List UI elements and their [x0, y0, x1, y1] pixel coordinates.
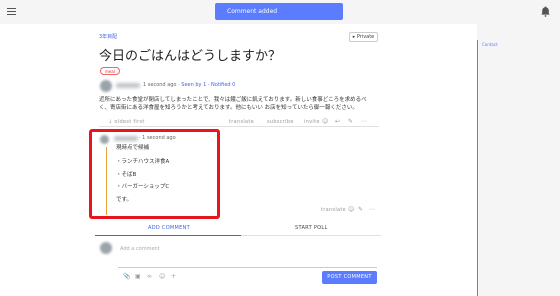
sort-oldest-first[interactable]: ↓ oldest first	[108, 119, 145, 125]
menu-icon[interactable]	[7, 8, 16, 15]
page-title: 今日のごはんはどうしますか？	[99, 49, 282, 64]
oldest-first-label: oldest first	[114, 119, 145, 125]
post-time: 1 second ago ·	[143, 82, 180, 88]
subscribe-button[interactable]: subscribe	[267, 119, 294, 125]
active-tab-indicator	[95, 235, 241, 236]
post-body: 近所にあった食堂が閉店してしまったことで、我々は餓ご飯に飢えております。新しい食…	[99, 97, 367, 111]
comment-edit-icon[interactable]: ✎	[358, 207, 363, 213]
tag-badge[interactable]: meal	[100, 67, 120, 75]
arrow-down-icon: ↓	[108, 119, 113, 125]
image-icon[interactable]: ▣	[135, 274, 141, 280]
divider	[99, 126, 379, 127]
comment-translate-button[interactable]: translate	[321, 207, 346, 213]
lock-icon: ▸	[352, 34, 356, 40]
editor-underline	[118, 267, 377, 268]
plus-icon[interactable]: +	[171, 274, 176, 280]
comment-smiley-icon[interactable]: ☺	[348, 207, 354, 213]
seen-by-link[interactable]: Seen by 1 · Notified 0	[181, 82, 235, 88]
tab-add-comment[interactable]: ADD COMMENT	[148, 225, 190, 231]
link-icon[interactable]: ∞	[147, 274, 152, 280]
sidebar-label: Contact	[482, 42, 498, 47]
reply-icon[interactable]: ↩	[335, 119, 340, 125]
translate-button[interactable]: translate	[229, 119, 254, 125]
post-meta: 1 second ago · Seen by 1 · Notified 0	[143, 82, 235, 88]
composer-avatar	[100, 242, 112, 254]
more-icon[interactable]: ⋯	[361, 119, 367, 125]
attach-icon[interactable]: 📎	[123, 274, 130, 280]
sidebar-accent-line	[477, 40, 478, 296]
private-badge[interactable]: ▸ Private	[349, 32, 378, 42]
edit-icon[interactable]: ✎	[348, 119, 353, 125]
highlight-box	[89, 129, 220, 219]
tab-divider	[241, 235, 381, 236]
private-label: Private	[356, 34, 375, 40]
comment-added-toast: Comment added	[215, 3, 343, 20]
invite-button[interactable]: invite	[304, 119, 320, 125]
breadcrumb[interactable]: 3年目配	[99, 33, 117, 40]
comment-input[interactable]: Add a comment	[120, 246, 160, 252]
comment-more-icon[interactable]: ⋯	[369, 207, 375, 213]
author-name[interactable]	[116, 83, 140, 88]
right-sidebar	[477, 24, 560, 296]
avatar[interactable]	[100, 80, 112, 92]
tab-start-poll[interactable]: START POLL	[295, 225, 328, 231]
bell-icon[interactable]	[541, 6, 550, 17]
emoji-icon[interactable]: ☺	[159, 274, 165, 280]
post-comment-button[interactable]: POST COMMENT	[322, 271, 377, 284]
smiley-icon[interactable]: ☺	[322, 119, 328, 125]
